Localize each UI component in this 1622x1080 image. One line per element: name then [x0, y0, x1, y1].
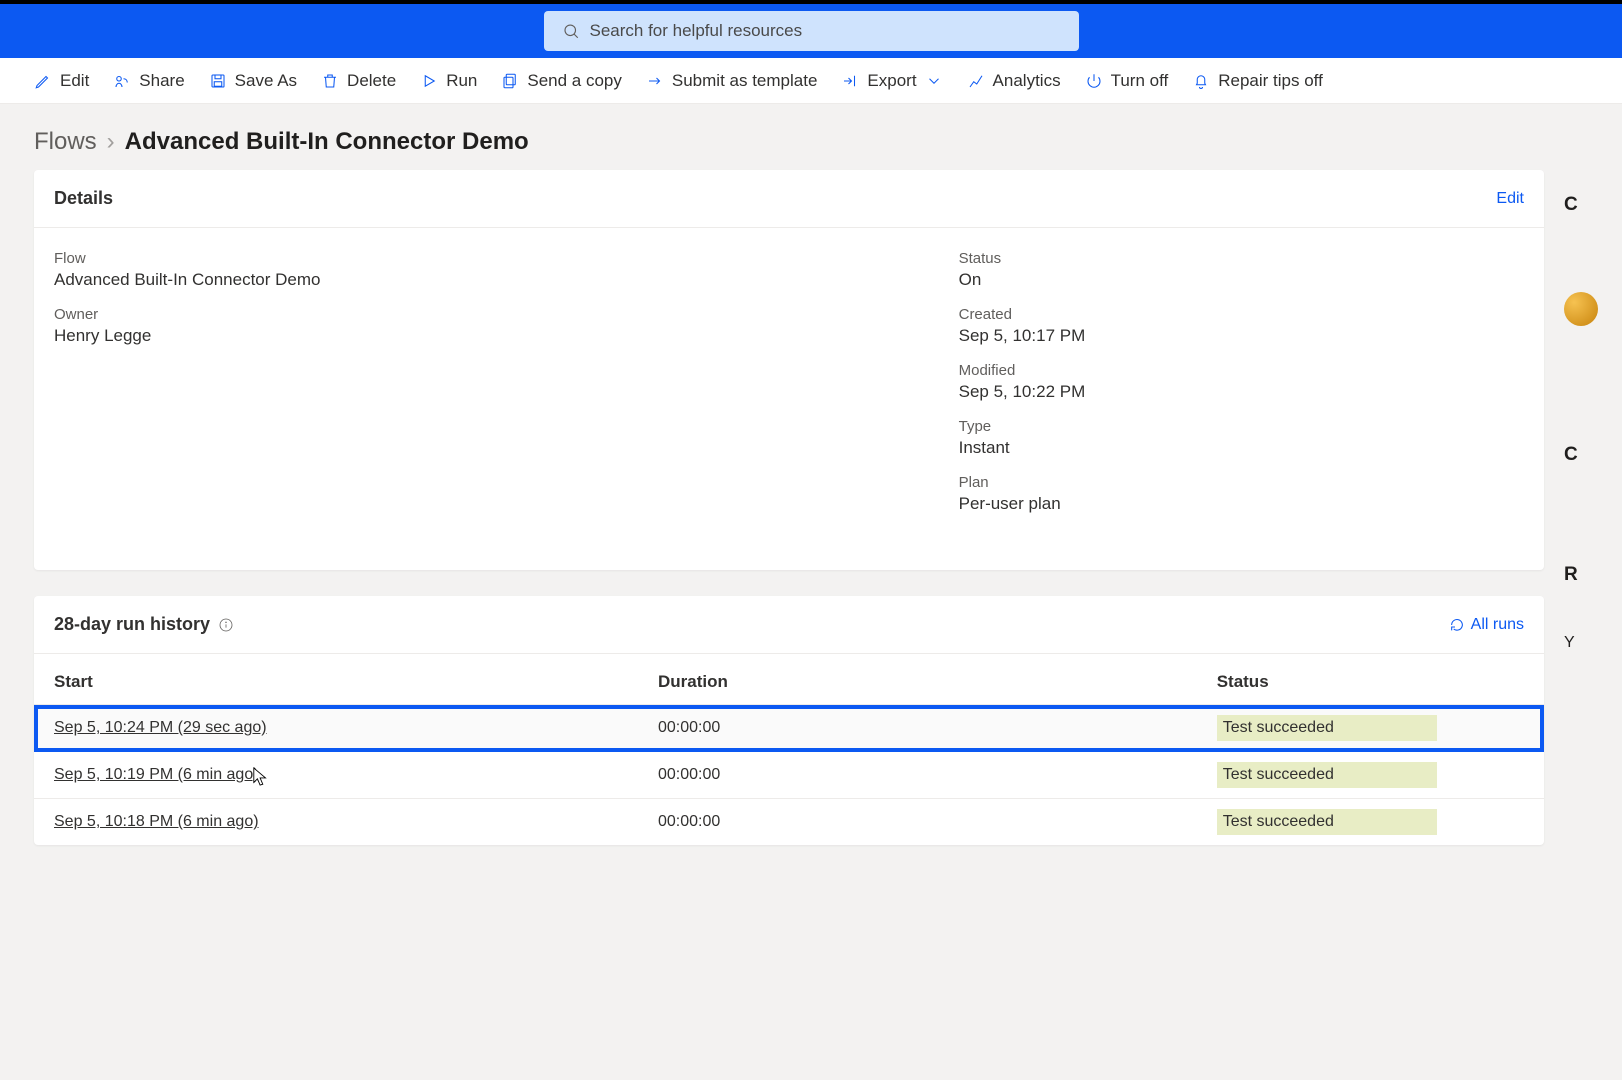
history-header: 28-day run history All runs [34, 596, 1544, 654]
details-body: Flow Advanced Built-In Connector Demo Ow… [34, 228, 1544, 570]
analytics-button[interactable]: Analytics [967, 71, 1061, 91]
export-icon [841, 72, 859, 90]
copy-icon [501, 72, 519, 90]
run-start-link[interactable]: Sep 5, 10:18 PM (6 min ago) [54, 813, 259, 830]
history-table: Start Duration Status Sep 5, 10:24 PM (2… [34, 654, 1544, 845]
chevron-down-icon [925, 72, 943, 90]
modified-value: Sep 5, 10:22 PM [959, 382, 1524, 402]
trash-icon [321, 72, 339, 90]
command-bar: Edit Share Save As Delete Run Send a cop… [0, 58, 1622, 104]
cmd-label: Edit [60, 71, 89, 91]
save-icon [209, 72, 227, 90]
repair-button[interactable]: Repair tips off [1192, 71, 1323, 91]
col-duration: Duration [638, 654, 1197, 705]
created-label: Created [959, 306, 1524, 323]
field-created: Created Sep 5, 10:17 PM [959, 306, 1524, 346]
cmd-label: Export [867, 71, 916, 91]
all-runs-link[interactable]: All runs [1449, 616, 1524, 634]
sendcopy-button[interactable]: Send a copy [501, 71, 622, 91]
export-button[interactable]: Export [841, 71, 942, 91]
field-type: Type Instant [959, 418, 1524, 458]
type-value: Instant [959, 438, 1524, 458]
modified-label: Modified [959, 362, 1524, 379]
run-button[interactable]: Run [420, 71, 477, 91]
cmd-label: Turn off [1111, 71, 1169, 91]
col-start: Start [34, 654, 638, 705]
breadcrumb-sep: › [107, 128, 115, 156]
details-edit-link[interactable]: Edit [1496, 190, 1524, 208]
right-stub-1: C [1564, 194, 1588, 216]
details-header: Details Edit [34, 170, 1544, 228]
search-icon [562, 22, 580, 40]
plan-value: Per-user plan [959, 494, 1524, 514]
run-duration: 00:00:00 [638, 799, 1197, 846]
owner-value: Henry Legge [54, 326, 959, 346]
search-wrap [544, 11, 1079, 51]
edit-button[interactable]: Edit [34, 71, 89, 91]
share-icon [113, 72, 131, 90]
col-status: Status [1197, 654, 1544, 705]
run-start-link[interactable]: Sep 5, 10:19 PM (6 min ago) [54, 766, 259, 783]
cmd-label: Share [139, 71, 184, 91]
cmd-label: Analytics [993, 71, 1061, 91]
main-area: Details Edit Flow Advanced Built-In Conn… [0, 170, 1622, 871]
run-status-badge: Test succeeded [1217, 762, 1437, 788]
table-row[interactable]: Sep 5, 10:24 PM (29 sec ago) 00:00:00 Test… [34, 705, 1544, 752]
field-modified: Modified Sep 5, 10:22 PM [959, 362, 1524, 402]
cmd-label: Save As [235, 71, 297, 91]
cmd-label: Send a copy [527, 71, 622, 91]
submit-button[interactable]: Submit as template [646, 71, 818, 91]
flow-value: Advanced Built-In Connector Demo [54, 270, 959, 290]
table-row[interactable]: Sep 5, 10:18 PM (6 min ago) 00:00:00 Test … [34, 799, 1544, 846]
pencil-icon [34, 72, 52, 90]
top-bar [0, 0, 1622, 58]
refresh-icon [1449, 617, 1465, 633]
table-row[interactable]: Sep 5, 10:19 PM (6 min ago) 00:00:00 Test … [34, 752, 1544, 799]
field-plan: Plan Per-user plan [959, 474, 1524, 514]
run-duration: 00:00:00 [638, 752, 1197, 799]
delete-button[interactable]: Delete [321, 71, 396, 91]
field-owner: Owner Henry Legge [54, 306, 959, 346]
turnoff-button[interactable]: Turn off [1085, 71, 1169, 91]
breadcrumb-current: Advanced Built-In Connector Demo [125, 128, 529, 156]
cmd-label: Run [446, 71, 477, 91]
created-value: Sep 5, 10:17 PM [959, 326, 1524, 346]
run-status-badge: Test succeeded [1217, 809, 1437, 835]
run-duration: 00:00:00 [638, 705, 1197, 752]
info-icon[interactable] [218, 617, 234, 633]
plan-label: Plan [959, 474, 1524, 491]
right-stub-3: R [1564, 564, 1588, 586]
share-button[interactable]: Share [113, 71, 184, 91]
run-status-badge: Test succeeded [1217, 715, 1437, 741]
play-icon [420, 72, 438, 90]
breadcrumb-root[interactable]: Flows [34, 128, 97, 156]
submit-icon [646, 72, 664, 90]
type-label: Type [959, 418, 1524, 435]
saveas-button[interactable]: Save As [209, 71, 297, 91]
right-stub-4: Y [1564, 634, 1588, 652]
bell-icon [1192, 72, 1210, 90]
history-title: 28-day run history [54, 614, 234, 635]
right-column: C C R Y [1564, 170, 1588, 871]
details-title: Details [54, 188, 113, 209]
owner-label: Owner [54, 306, 959, 323]
details-card: Details Edit Flow Advanced Built-In Conn… [34, 170, 1544, 570]
avatar[interactable] [1564, 292, 1598, 326]
field-status: Status On [959, 250, 1524, 290]
history-card: 28-day run history All runs Start Durati… [34, 596, 1544, 845]
right-stub-2: C [1564, 444, 1588, 466]
search-input[interactable] [544, 11, 1079, 51]
breadcrumb: Flows › Advanced Built-In Connector Demo [0, 104, 1622, 170]
flow-label: Flow [54, 250, 959, 267]
cmd-label: Submit as template [672, 71, 818, 91]
run-start-link[interactable]: Sep 5, 10:24 PM (29 sec ago) [54, 719, 267, 736]
analytics-icon [967, 72, 985, 90]
field-flow: Flow Advanced Built-In Connector Demo [54, 250, 959, 290]
status-label: Status [959, 250, 1524, 267]
cmd-label: Delete [347, 71, 396, 91]
power-icon [1085, 72, 1103, 90]
cmd-label: Repair tips off [1218, 71, 1323, 91]
status-value: On [959, 270, 1524, 290]
left-column: Details Edit Flow Advanced Built-In Conn… [34, 170, 1544, 871]
